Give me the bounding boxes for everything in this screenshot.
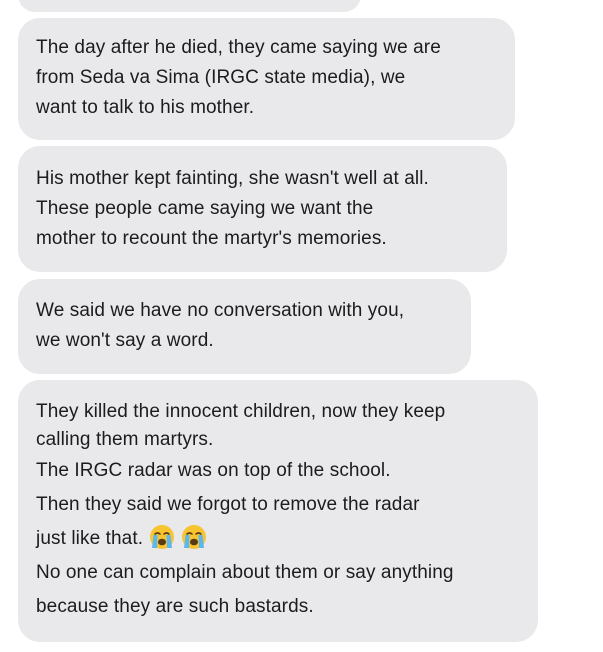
message-line: We said we have no conversation with you… xyxy=(36,300,405,321)
message-line-with-emoji: just like that. xyxy=(36,522,520,556)
message-bubble[interactable]: They killed the innocent children, now t… xyxy=(18,380,538,642)
message-line: want to talk to his mother. xyxy=(36,97,255,118)
message-line: The day after he died, they came saying … xyxy=(36,37,441,58)
message-line: His mother kept fainting, she wasn't wel… xyxy=(36,168,429,189)
message-line: because they are such bastards. xyxy=(36,596,314,617)
message-bubble[interactable]: His mother kept fainting, she wasn't wel… xyxy=(18,146,507,272)
message-bubble[interactable]: We said we have no conversation with you… xyxy=(18,279,471,374)
message-line: from Seda va Sima (IRGC state media), we xyxy=(36,67,406,88)
previous-message-bubble[interactable] xyxy=(18,0,361,12)
message-line: The IRGC radar was on top of the school. xyxy=(36,460,391,481)
message-line: calling them martyrs. xyxy=(36,429,214,450)
message-line: Then they said we forgot to remove the r… xyxy=(36,494,420,515)
message-line: No one can complain about them or say an… xyxy=(36,562,454,583)
crying-face-icon xyxy=(150,525,175,549)
crying-face-icon xyxy=(182,525,207,549)
message-bubble[interactable]: The day after he died, they came saying … xyxy=(18,18,515,140)
message-line: mother to recount the martyr's memories. xyxy=(36,228,387,249)
message-line: we won't say a word. xyxy=(36,330,214,351)
message-line: They killed the innocent children, now t… xyxy=(36,401,446,422)
message-line: These people came saying we want the xyxy=(36,198,374,219)
message-line-text: just like that. xyxy=(36,528,144,549)
